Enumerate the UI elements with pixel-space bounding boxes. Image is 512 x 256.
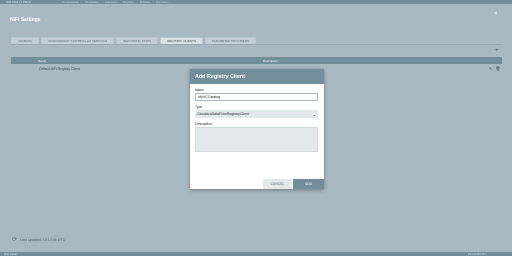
description-label: Description xyxy=(195,122,212,126)
status-bar: NiFi Flow 10:13:36 UTC xyxy=(0,252,512,256)
name-label: Name xyxy=(195,88,205,92)
table-header: Name Description xyxy=(11,57,502,64)
add-registry-client-dialog: Add Registry Client Name MyVCCatalog Typ… xyxy=(190,69,324,189)
chevron-down-icon: ⌄ xyxy=(312,111,316,117)
tab-parameter-providers[interactable]: PARAMETER PROVIDERS xyxy=(205,37,256,44)
row-actions: ✎ 🗑 xyxy=(489,66,500,71)
topbar-item-summary[interactable]: Summary xyxy=(156,0,169,4)
dialog-body: Name MyVCCatalog Type ClouderaDataFlowRe… xyxy=(195,88,319,152)
refresh-icon[interactable]: ⟳ xyxy=(12,237,17,243)
topbar-item-bulletin[interactable]: Bulletin xyxy=(140,0,150,4)
last-updated-text: Last updated: 10:13:36 UTC xyxy=(20,238,66,242)
add-button[interactable]: ADD xyxy=(293,179,324,189)
status-bar-left: NiFi Flow xyxy=(4,252,17,256)
type-label: Type xyxy=(195,105,203,109)
topbar-item-registry[interactable]: Registry xyxy=(123,0,134,4)
cancel-button[interactable]: CANCEL xyxy=(263,179,292,189)
dialog-header: Add Registry Client xyxy=(190,69,324,84)
name-field-value: MyVCCatalog xyxy=(198,95,221,99)
tab-general[interactable]: GENERAL xyxy=(11,37,40,44)
status-bar-time: 10:13:36 UTC xyxy=(468,252,487,256)
description-field[interactable] xyxy=(195,127,318,152)
add-registry-client-button[interactable]: + xyxy=(495,48,499,54)
column-header-description[interactable]: Description xyxy=(263,59,278,63)
dialog-footer: CANCEL ADD xyxy=(190,179,324,189)
last-updated: ⟳ Last updated: 10:13:36 UTC xyxy=(12,237,65,243)
tab-management-controller-services[interactable]: MANAGEMENT CONTROLLER SERVICES xyxy=(41,37,115,44)
registry-client-name: Default NiFi Registry Client xyxy=(39,67,80,71)
topbar-item-components[interactable]: Components xyxy=(62,0,79,4)
dialog-title: Add Registry Client xyxy=(195,73,246,80)
tab-registry-clients[interactable]: REGISTRY CLIENTS xyxy=(160,37,203,44)
topbar-item-counters[interactable]: Counters xyxy=(105,0,117,4)
close-icon[interactable]: × xyxy=(494,11,498,17)
type-select[interactable]: ClouderaDataFlowRegistryClient ⌄ xyxy=(195,110,318,118)
settings-tabs: GENERAL MANAGEMENT CONTROLLER SERVICES R… xyxy=(11,37,256,44)
delete-icon[interactable]: 🗑 xyxy=(495,66,500,71)
topbar-item-templates[interactable]: Templates xyxy=(85,0,99,4)
name-field[interactable]: MyVCCatalog xyxy=(195,93,318,101)
topbar-menu: Components Templates Counters Registry B… xyxy=(62,0,169,4)
tab-divider xyxy=(11,44,502,45)
edit-icon[interactable]: ✎ xyxy=(489,66,492,71)
tab-reporting-tasks[interactable]: REPORTING TASKS xyxy=(116,37,159,44)
top-navigation-bar: NiFi Flow (1 PM-3) Components Templates … xyxy=(0,0,512,4)
type-select-value: ClouderaDataFlowRegistryClient xyxy=(197,112,250,116)
column-header-name[interactable]: Name xyxy=(38,59,46,63)
page-title: NiFi Settings xyxy=(10,17,41,23)
flow-breadcrumb[interactable]: NiFi Flow (1 PM-3) xyxy=(6,0,31,4)
